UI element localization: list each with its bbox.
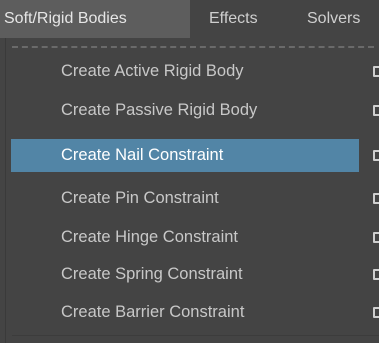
option-box-icon[interactable] [373,150,379,161]
menu-soft-rigid-bodies[interactable]: Soft/Rigid Bodies [0,0,190,38]
menu-item-create-pin-constraint[interactable]: Create Pin Constraint [11,182,379,215]
soft-rigid-bodies-dropdown: Create Active Rigid Body Create Passive … [5,38,379,343]
option-box-icon[interactable] [373,269,379,280]
option-box-icon[interactable] [373,232,379,243]
menu-item-create-hinge-constraint[interactable]: Create Hinge Constraint [11,221,379,254]
option-box-icon[interactable] [373,193,379,204]
option-box-icon[interactable] [373,66,379,77]
menu-solvers[interactable]: Solvers [307,0,379,38]
menu-item-create-spring-constraint[interactable]: Create Spring Constraint [11,258,379,291]
menu-effects[interactable]: Effects [209,0,299,38]
menu-item-create-barrier-constraint[interactable]: Create Barrier Constraint [11,296,379,329]
menu-item-label: Create Active Rigid Body [61,62,244,80]
menu-bar: Soft/Rigid Bodies Effects Solvers [0,0,379,38]
menu-item-label: Create Passive Rigid Body [61,101,258,119]
menu-bottom-divider [12,335,379,336]
menu-item-create-nail-constraint[interactable]: Create Nail Constraint [11,139,379,172]
maya-menu-window: Soft/Rigid Bodies Effects Solvers Create… [0,0,379,343]
option-box-icon[interactable] [373,105,379,116]
menu-item-label: Create Nail Constraint [61,146,224,164]
tear-off-line[interactable] [12,46,374,48]
menu-item-label: Create Spring Constraint [61,265,243,283]
menu-item-create-passive-rigid-body[interactable]: Create Passive Rigid Body [11,94,379,127]
menu-item-create-active-rigid-body[interactable]: Create Active Rigid Body [11,55,379,88]
menu-item-label: Create Pin Constraint [61,189,219,207]
menu-item-label: Create Hinge Constraint [61,228,239,246]
option-box-icon[interactable] [373,307,379,318]
menu-item-label: Create Barrier Constraint [61,303,245,321]
